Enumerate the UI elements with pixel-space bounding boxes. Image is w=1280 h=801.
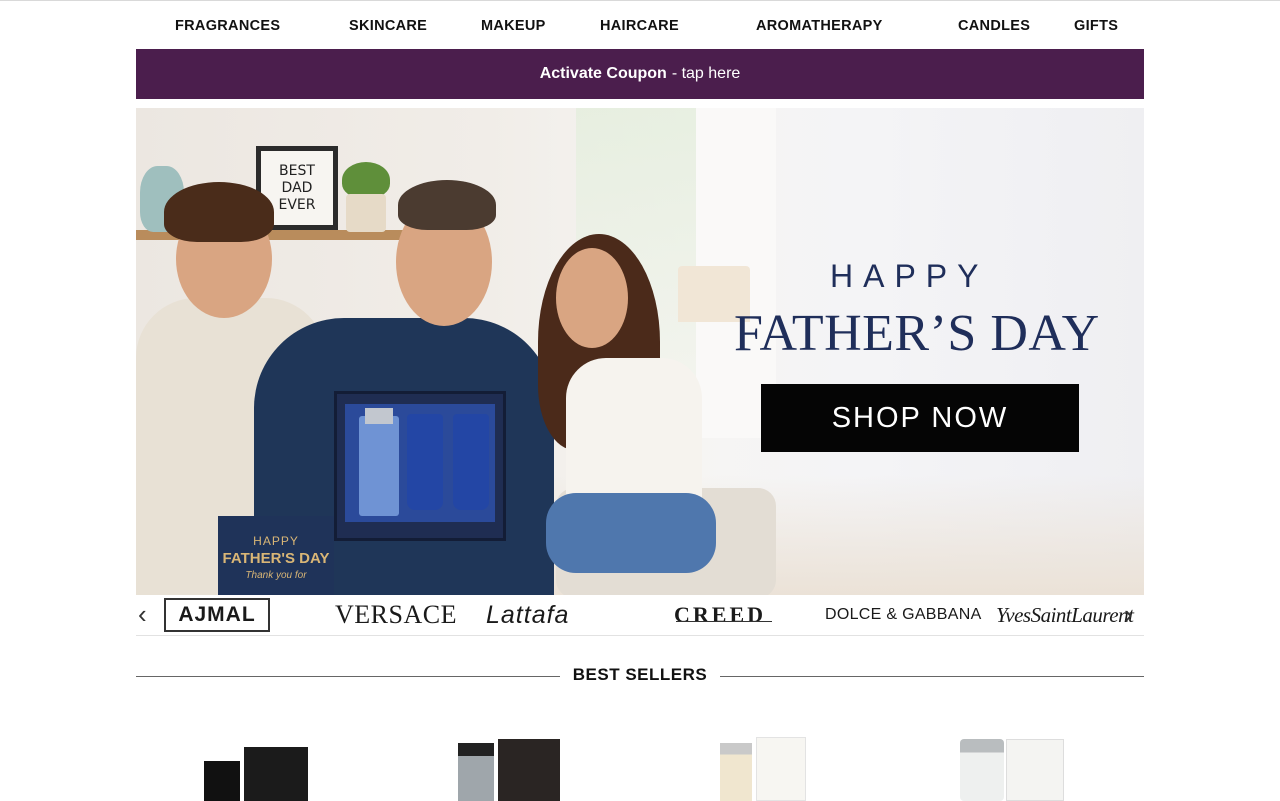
creed-logo-swash — [676, 621, 772, 632]
chevron-left-icon[interactable]: ‹ — [138, 601, 147, 627]
product-3-bottle — [720, 743, 752, 801]
product-1-bottle — [204, 761, 240, 801]
bottle-cap — [365, 408, 393, 424]
product-2-bottle — [458, 743, 494, 801]
coupon-tap-text: - tap here — [671, 65, 741, 82]
chevron-right-icon[interactable]: › — [1124, 601, 1133, 627]
brand-dolce-gabbana[interactable]: DOLCE & GABBANA — [825, 595, 982, 635]
main-nav: FRAGRANCES SKINCARE MAKEUP HAIRCARE AROM… — [136, 0, 1144, 50]
nav-makeup[interactable]: MAKEUP — [481, 18, 546, 34]
coupon-label: Activate Coupon — [539, 65, 667, 82]
product-card-3[interactable] — [714, 735, 826, 801]
nav-gifts[interactable]: GIFTS — [1074, 18, 1118, 34]
gift-box-lining — [345, 404, 495, 522]
product-card-2[interactable] — [452, 735, 564, 801]
product-card-4[interactable] — [956, 735, 1068, 801]
card-line-2: FATHER'S DAY — [222, 550, 330, 567]
shop-now-button[interactable]: SHOP NOW — [761, 384, 1079, 452]
card-line-1: HAPPY — [253, 534, 299, 548]
product-2-box — [498, 739, 560, 801]
perfume-bottle — [359, 408, 399, 516]
hero-headline-fathers-day: FATHER’S DAY — [734, 305, 1100, 362]
brand-ajmal[interactable]: AJMAL — [164, 598, 270, 632]
nav-fragrances[interactable]: FRAGRANCES — [175, 18, 280, 34]
product-4-box — [1006, 739, 1064, 801]
nav-skincare[interactable]: SKINCARE — [349, 18, 427, 34]
daughter-top — [566, 358, 702, 508]
best-sellers-rule-right — [720, 676, 1144, 677]
daughter-jeans — [546, 493, 716, 573]
card-line-3: Thank you for — [245, 570, 307, 581]
product-card-1[interactable] — [200, 735, 312, 801]
product-3-box — [756, 737, 806, 801]
brand-versace[interactable]: VERSACE — [335, 595, 457, 635]
activate-coupon-banner[interactable]: Activate Coupon - tap here — [136, 49, 1144, 99]
brand-carousel: ‹ AJMAL VERSACE Lattafa CREED DOLCE & GA… — [136, 595, 1144, 636]
brand-ysl[interactable]: YvesSaintLaurent — [996, 595, 1134, 635]
product-1-box — [244, 747, 308, 801]
daughter-face — [556, 248, 628, 348]
aftershave-tube-1 — [407, 414, 443, 510]
nav-haircare[interactable]: HAIRCARE — [600, 18, 679, 34]
gift-box — [334, 391, 506, 541]
best-sellers-heading: BEST SELLERS — [572, 665, 708, 684]
nav-candles[interactable]: CANDLES — [958, 18, 1030, 34]
hero-headline-happy: HAPPY — [830, 258, 989, 294]
best-sellers-rule-left — [136, 676, 560, 677]
fathers-day-card: HAPPY FATHER'S DAY Thank you for — [218, 516, 334, 595]
son-hair — [164, 182, 274, 242]
brand-lattafa[interactable]: Lattafa — [486, 595, 569, 635]
fathers-day-hero-banner[interactable]: BEST DAD EVER HAPPY FATHER'S DAY Thank y… — [136, 108, 1144, 595]
nav-aromatherapy[interactable]: AROMATHERAPY — [756, 18, 883, 34]
aftershave-tube-2 — [453, 414, 489, 510]
father-hair — [398, 180, 496, 230]
product-4-bottle — [960, 739, 1004, 801]
